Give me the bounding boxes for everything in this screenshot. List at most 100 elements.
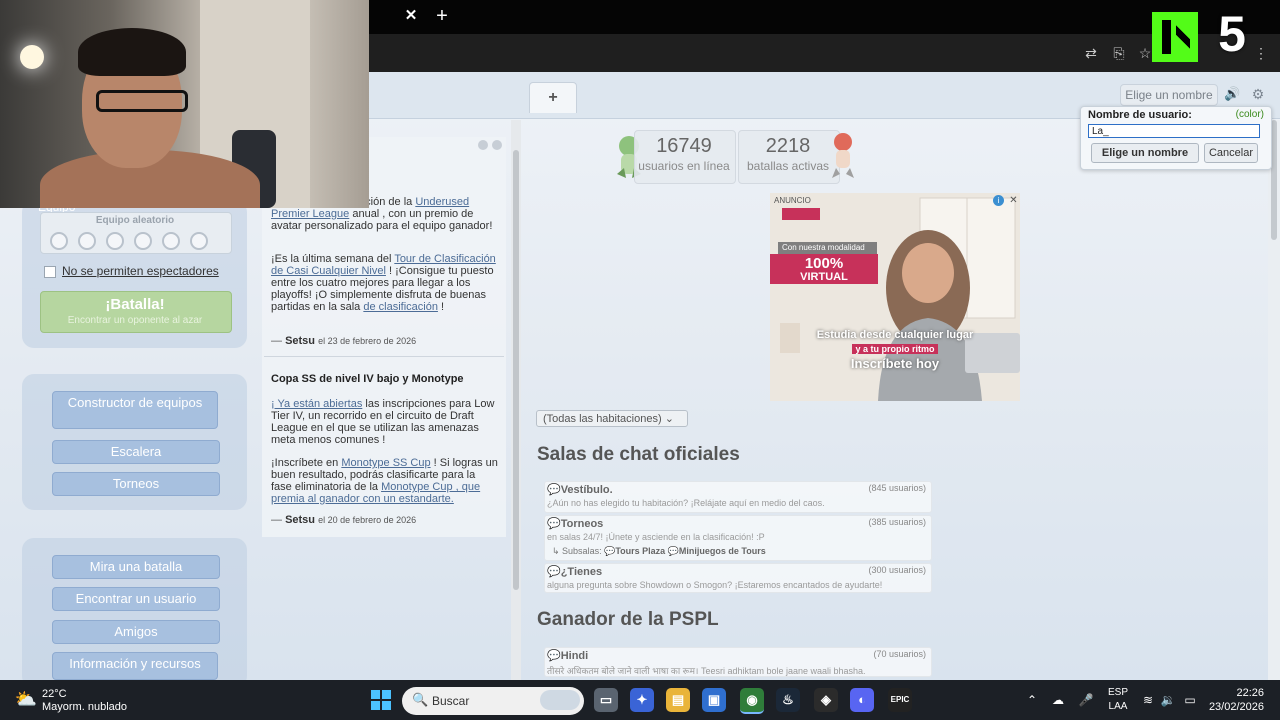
- kick-logo-icon: [1152, 12, 1198, 62]
- chat-bubble-icon: 💬: [547, 518, 561, 530]
- room-user-count: (300 usuarios): [868, 565, 926, 575]
- ad-subline: y a tu propio ritmo: [790, 344, 1000, 356]
- no-spectators-checkbox[interactable]: [44, 266, 56, 278]
- news-author: — Setsu el 23 de febrero de 2026: [271, 335, 417, 347]
- friends-button[interactable]: Amigos: [52, 620, 220, 644]
- weather-description[interactable]: Mayorm. nublado: [42, 701, 142, 714]
- room-name: 💬Torneos: [547, 518, 604, 530]
- browser-menu-icon[interactable]: ⋮: [1252, 44, 1270, 62]
- team-builder-button[interactable]: Constructor de equipos: [52, 391, 218, 429]
- info-resources-button[interactable]: Información y recursos: [52, 652, 218, 680]
- username-input[interactable]: La_: [1088, 124, 1260, 138]
- news-paragraph: ¡Es la última semana del Tour de Clasifi…: [271, 253, 496, 313]
- microphone-icon[interactable]: 🎤: [1078, 692, 1094, 708]
- watch-battle-button[interactable]: Mira una batalla: [52, 555, 220, 579]
- subrooms: ↳ Subsalas: 💬Tours Plaza 💬Minijuegos de …: [552, 546, 766, 556]
- chevron-down-icon: ⌄: [664, 413, 674, 425]
- room-filter-select[interactable]: (Todas las habitaciones) ⌄: [536, 410, 688, 427]
- add-room-tab[interactable]: +: [529, 82, 577, 113]
- chat-bubble-icon: 💬: [547, 484, 561, 496]
- team-select-label: Equipo aleatorio: [95, 215, 175, 226]
- task-view-icon[interactable]: ▭: [594, 688, 618, 712]
- room-user-count: (70 usuarios): [873, 649, 926, 659]
- room-user-count: (845 usuarios): [868, 483, 926, 493]
- clock-time[interactable]: 22:26: [1206, 687, 1264, 700]
- room-description: तीसरे अधिकतम बोले जाने वाली भाषा का रूम।…: [547, 666, 866, 676]
- tournaments-button[interactable]: Torneos: [52, 472, 220, 496]
- search-icon: 🔍: [412, 692, 429, 707]
- copilot-icon[interactable]: ✦: [630, 688, 654, 712]
- subroom-link[interactable]: Minijuegos de Tours: [679, 546, 766, 556]
- ad-cta[interactable]: Inscríbete hoy: [790, 356, 1000, 372]
- webcam-overlay: [0, 0, 369, 208]
- weather-temperature[interactable]: 22°C: [42, 688, 102, 701]
- translate-icon[interactable]: ⇄: [1082, 44, 1100, 62]
- webcam-person-hair: [78, 28, 186, 76]
- choose-name-button[interactable]: Elige un nombre: [1120, 84, 1218, 106]
- store-icon[interactable]: ▣: [702, 688, 726, 712]
- find-user-button[interactable]: Encontrar un usuario: [52, 587, 220, 611]
- ladder-button[interactable]: Escalera: [52, 440, 220, 464]
- ad-close-icon[interactable]: ✕: [1008, 195, 1019, 206]
- room-description: en salas 24/7! ¡Únete y asciende en la c…: [547, 532, 765, 542]
- epic-games-icon[interactable]: EPIC: [888, 688, 912, 712]
- minimize-icon[interactable]: [478, 140, 488, 150]
- pokeball-icon: [134, 232, 152, 250]
- ladder-room-link[interactable]: de clasificación: [363, 301, 438, 313]
- close-tab-icon[interactable]: ✕: [404, 8, 418, 24]
- steam-icon[interactable]: ♨: [776, 688, 800, 712]
- ad-info-icon[interactable]: i: [993, 195, 1004, 206]
- pokeball-icon: [106, 232, 124, 250]
- ad-brand-logo: [782, 208, 820, 220]
- room-description: alguna pregunta sobre Showdown o Smogon?…: [547, 580, 883, 590]
- users-online-count: 16749: [656, 135, 712, 157]
- subroom-link[interactable]: Tours Plaza: [615, 546, 665, 556]
- battle-button-title: ¡Batalla!: [105, 296, 165, 313]
- ad-pill-text: Con nuestra modalidad: [778, 242, 877, 254]
- no-spectators-label[interactable]: No se permiten espectadores: [62, 264, 232, 280]
- chat-bubble-icon: 💬: [547, 650, 561, 662]
- pokeball-icon: [162, 232, 180, 250]
- users-online-label: usuarios en línea: [638, 159, 730, 173]
- app-icon[interactable]: ◈: [814, 688, 838, 712]
- discord-icon[interactable]: ◐: [850, 688, 874, 712]
- overlay-number: 5: [1218, 6, 1246, 62]
- confirm-name-button[interactable]: Elige un nombre: [1091, 143, 1199, 163]
- webcam-person-glasses: [96, 90, 188, 112]
- cancel-button[interactable]: Cancelar: [1204, 143, 1258, 163]
- volume-icon[interactable]: 🔉: [1160, 692, 1176, 708]
- weather-cloud-icon[interactable]: ⛅: [14, 688, 38, 710]
- webcam-light: [20, 45, 44, 69]
- file-explorer-icon[interactable]: ▤: [666, 688, 690, 712]
- wifi-icon[interactable]: ≋: [1140, 692, 1156, 708]
- language-indicator[interactable]: ESP: [1106, 687, 1130, 700]
- chat-bubble-icon: 💬: [604, 546, 616, 556]
- news-paragraph: ¡Inscríbete en Monotype SS Cup ! Si logr…: [271, 457, 498, 505]
- chrome-icon[interactable]: ◉: [740, 688, 764, 714]
- signups-link[interactable]: ¡ Ya están abiertas: [271, 398, 362, 410]
- pokeball-icon: [50, 232, 68, 250]
- room-description: ¿Aún no has elegido tu habitación? ¡Relá…: [547, 498, 825, 508]
- monotype-ss-link[interactable]: Monotype SS Cup: [341, 457, 430, 469]
- chevron-up-icon[interactable]: ⌃: [1024, 692, 1040, 708]
- chat-bubble-icon: 💬: [547, 566, 561, 578]
- gear-icon[interactable]: ⚙: [1250, 86, 1266, 102]
- windows-start-icon[interactable]: [371, 690, 391, 710]
- ad-banner-word: VIRTUAL: [800, 271, 848, 283]
- onedrive-icon[interactable]: ☁: [1050, 692, 1066, 708]
- ad-banner-percent: 100%: [804, 255, 844, 272]
- clock-date[interactable]: 23/02/2026: [1196, 701, 1264, 714]
- pokemon-sprite-right: [832, 133, 854, 178]
- ad-headline: Estudia desde cualquier lugar: [816, 329, 974, 341]
- keyboard-layout[interactable]: LAA: [1106, 701, 1130, 714]
- active-battles-label: batallas activas: [746, 159, 830, 173]
- sound-icon[interactable]: 🔊: [1224, 86, 1240, 102]
- new-tab-button[interactable]: +: [434, 6, 450, 26]
- room-user-count: (385 usuarios): [868, 517, 926, 527]
- news-scrollbar-thumb[interactable]: [513, 150, 519, 590]
- color-link[interactable]: (color): [1226, 109, 1264, 123]
- news-divider: [264, 356, 504, 357]
- username-label: Nombre de usuario:: [1088, 109, 1192, 121]
- cast-icon[interactable]: ⎘: [1110, 44, 1128, 62]
- close-icon[interactable]: [492, 140, 502, 150]
